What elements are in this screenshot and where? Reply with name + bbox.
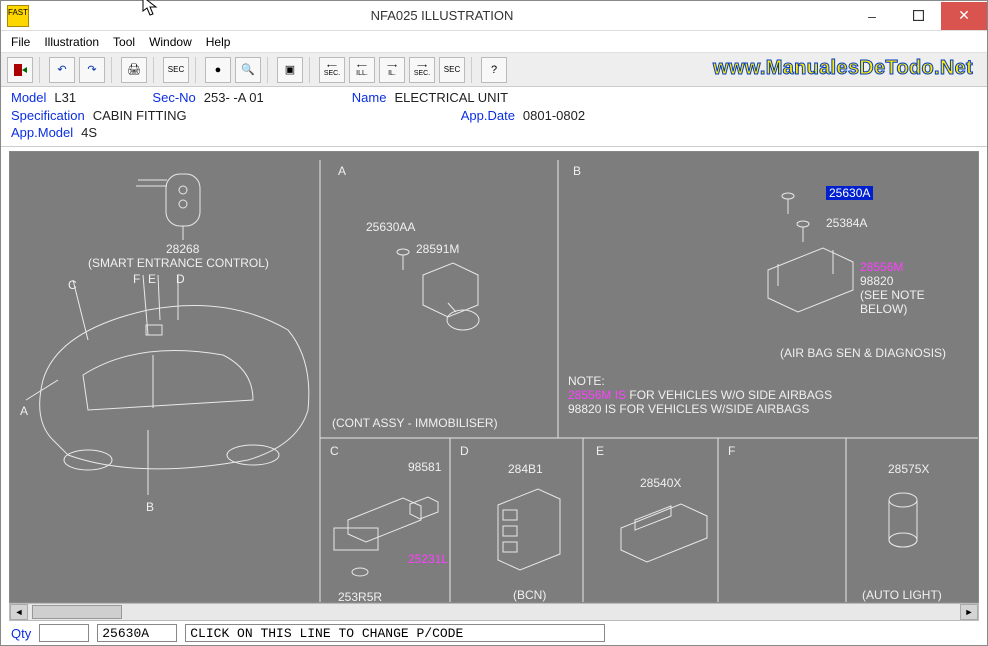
menu-file[interactable]: File [11, 35, 30, 49]
illustration-viewer[interactable]: A B C D E F 28268 (SMART ENTRANCE CONTRO… [9, 151, 979, 603]
window-icon[interactable]: ▣ [277, 57, 303, 83]
panel-c-label: C [330, 444, 339, 458]
bcn-label: (BCN) [513, 588, 546, 602]
part-28268[interactable]: 28268 [166, 242, 199, 256]
part-28591m[interactable]: 28591M [416, 242, 459, 256]
panel-d-label: D [460, 444, 469, 458]
minimize-button[interactable]: – [849, 2, 895, 30]
print-icon[interactable]: 🖨 [121, 57, 147, 83]
car-ref-f: F [133, 272, 140, 286]
car-ref-c: C [68, 278, 77, 292]
secno-value: 253- -A 01 [204, 89, 344, 107]
menubar: File Illustration Tool Window Help [1, 31, 987, 53]
grid-icon[interactable]: SEC [163, 57, 189, 83]
hint-input[interactable] [185, 624, 605, 642]
scroll-thumb[interactable] [32, 605, 122, 619]
redo-icon[interactable]: ↷ [79, 57, 105, 83]
menu-help[interactable]: Help [206, 35, 231, 49]
panel-f-label: F [728, 444, 735, 458]
part-98820[interactable]: 98820 [860, 274, 893, 288]
name-label: Name [352, 89, 387, 107]
part-25630a-selected[interactable]: 25630A [826, 186, 873, 200]
maximize-button[interactable] [895, 2, 941, 30]
undo-icon[interactable]: ↶ [49, 57, 75, 83]
exit-icon[interactable] [7, 57, 33, 83]
main-window: FAST NFA025 ILLUSTRATION – ✕ File Illust… [0, 0, 988, 646]
titlebar: FAST NFA025 ILLUSTRATION – ✕ [1, 1, 987, 31]
sec-right-button[interactable]: ⟶SEC. [409, 57, 435, 83]
model-label: Model [11, 89, 46, 107]
window-title: NFA025 ILLUSTRATION [35, 8, 849, 23]
qty-label: Qty [11, 626, 31, 641]
statusbar: Qty [1, 621, 987, 645]
scroll-left-button[interactable]: ◄ [10, 604, 28, 620]
car-ref-b: B [146, 500, 154, 514]
note-line2: 98820 IS FOR VEHICLES W/SIDE AIRBAGS [568, 402, 809, 416]
name-value: ELECTRICAL UNIT [394, 89, 508, 107]
part-98581[interactable]: 98581 [408, 460, 441, 474]
help-icon[interactable]: ? [481, 57, 507, 83]
part-25384a[interactable]: 25384A [826, 216, 867, 230]
ill-right-button[interactable]: ⟶IL. [379, 57, 405, 83]
part-253r5r[interactable]: 253R5R [338, 590, 382, 603]
cont-assy-label: (CONT ASSY - IMMOBILISER) [332, 416, 498, 430]
part-input[interactable] [97, 624, 177, 642]
info-panel: Model L31 Sec-No 253- -A 01 Name ELECTRI… [1, 87, 987, 147]
ill-left-button[interactable]: ⟵ILL. [349, 57, 375, 83]
autolight-label: (AUTO LIGHT) [862, 588, 942, 602]
menu-window[interactable]: Window [149, 35, 192, 49]
scroll-right-button[interactable]: ► [960, 604, 978, 620]
part-25630aa[interactable]: 25630AA [366, 220, 415, 234]
panel-a-label: A [338, 164, 346, 178]
appmodel-value: 4S [81, 124, 97, 142]
car-ref-e: E [148, 272, 156, 286]
appmodel-label: App.Model [11, 124, 73, 142]
spec-label: Specification [11, 107, 85, 125]
sec-button[interactable]: SEC [439, 57, 465, 83]
toolbar: ↶ ↷ 🖨 SEC ● 🔍 ▣ ⟵SEC. ⟵ILL. ⟶IL. ⟶SEC. S… [1, 53, 987, 87]
qty-input[interactable] [39, 624, 89, 642]
sec-left-button[interactable]: ⟵SEC. [319, 57, 345, 83]
part-28575x[interactable]: 28575X [888, 462, 929, 476]
panel-e-label: E [596, 444, 604, 458]
circle-icon[interactable]: ● [205, 57, 231, 83]
part-28540x[interactable]: 28540X [640, 476, 681, 490]
car-ref-a: A [20, 404, 28, 418]
car-ref-d: D [176, 272, 185, 286]
menu-illustration[interactable]: Illustration [44, 35, 99, 49]
see-note-label: (SEE NOTE BELOW) [860, 288, 925, 316]
close-button[interactable]: ✕ [941, 2, 987, 30]
note-label: NOTE: [568, 374, 605, 388]
horizontal-scrollbar[interactable]: ◄ ► [9, 603, 979, 621]
part-25231l[interactable]: 25231L [408, 552, 448, 566]
watermark-text: www.ManualesDeTodo.Net [713, 57, 973, 80]
appdate-value: 0801-0802 [523, 107, 585, 125]
spec-value: CABIN FITTING [93, 107, 453, 125]
appdate-label: App.Date [461, 107, 515, 125]
secno-label: Sec-No [152, 89, 195, 107]
menu-tool[interactable]: Tool [113, 35, 135, 49]
zoom-icon[interactable]: 🔍 [235, 57, 261, 83]
part-28556m[interactable]: 28556M [860, 260, 903, 274]
airbag-label: (AIR BAG SEN & DIAGNOSIS) [780, 346, 946, 360]
app-icon: FAST [7, 5, 29, 27]
part-284b1[interactable]: 284B1 [508, 462, 543, 476]
note-line1: 28556M IS FOR VEHICLES W/O SIDE AIRBAGS [568, 388, 832, 402]
smart-entrance-label: (SMART ENTRANCE CONTROL) [88, 256, 269, 270]
panel-b-label: B [573, 164, 581, 178]
model-value: L31 [54, 89, 144, 107]
